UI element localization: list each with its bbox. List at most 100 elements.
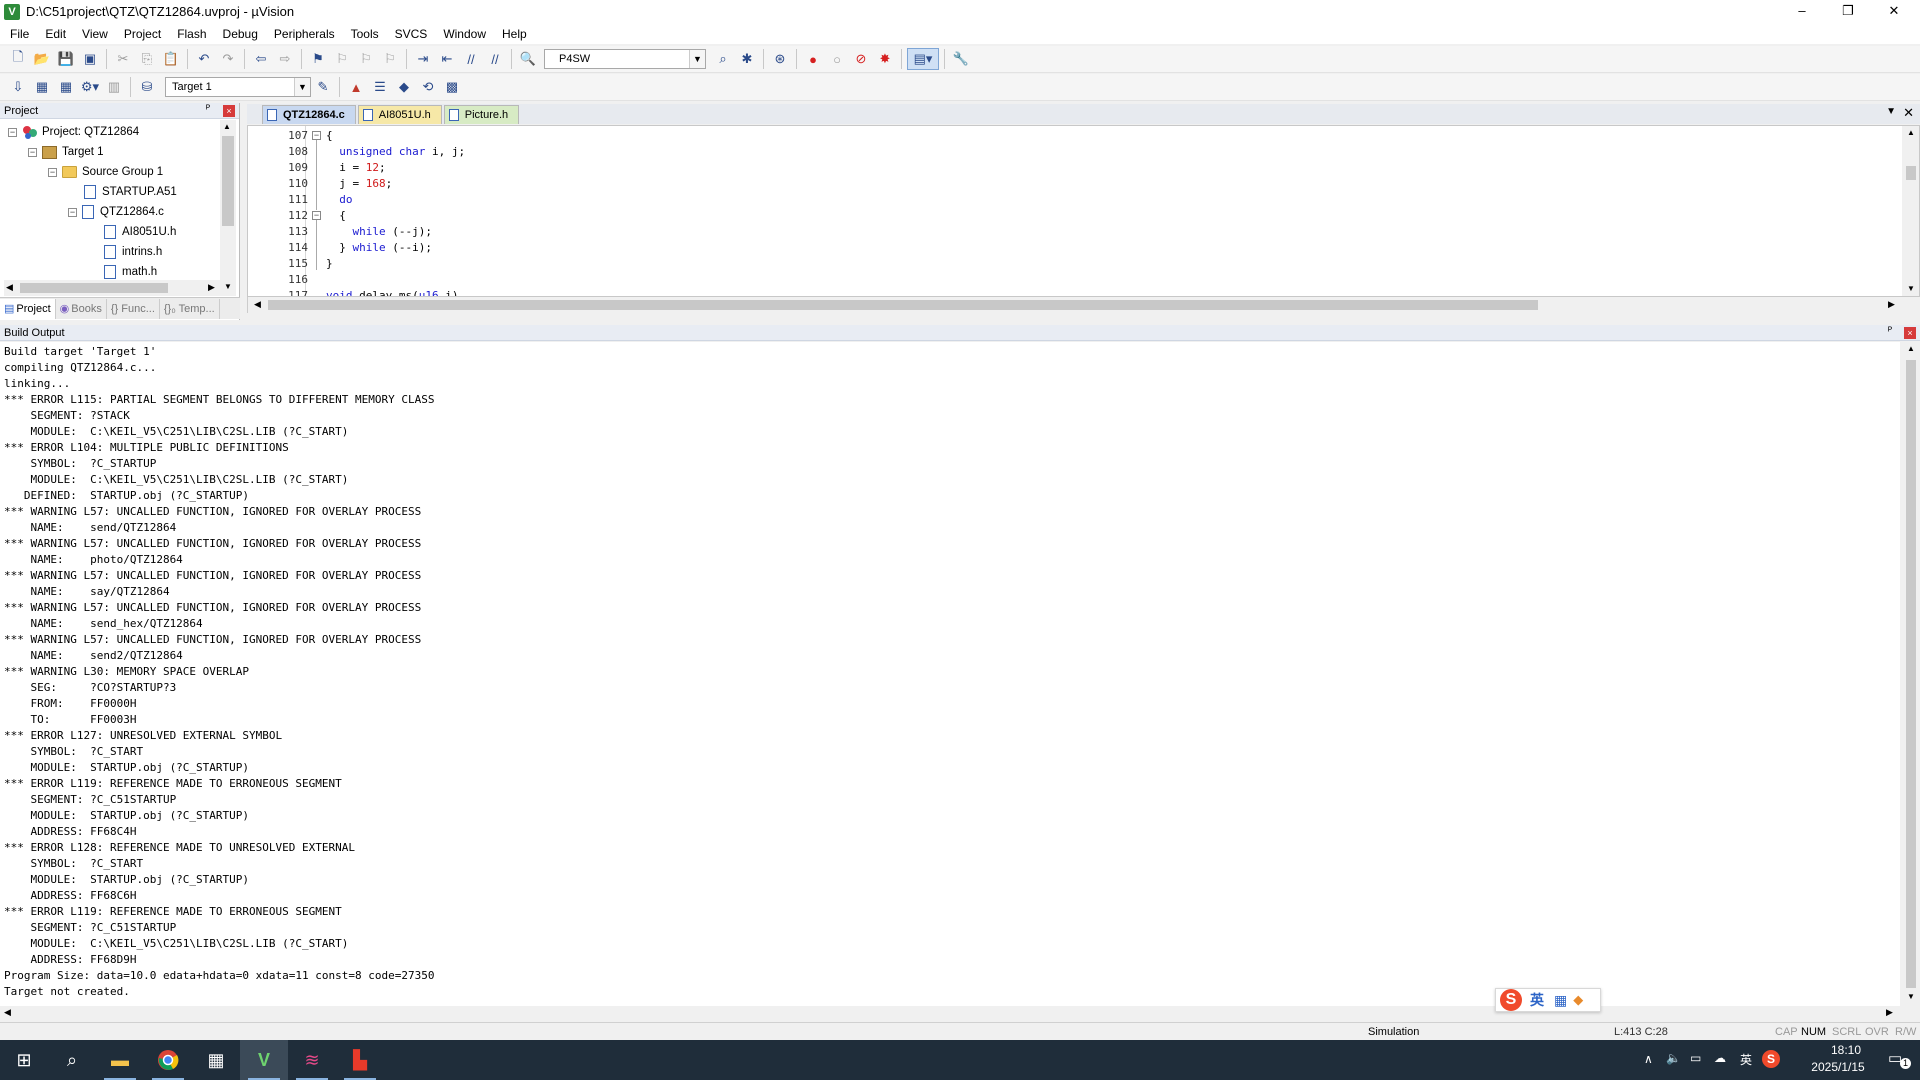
code-editor[interactable]: 107 108 109 110 111 112 113 114 115 116 … — [247, 125, 1920, 297]
chrome-icon[interactable] — [144, 1040, 192, 1080]
close-pane-button[interactable]: × — [223, 105, 235, 117]
minimize-button[interactable]: – — [1779, 0, 1825, 23]
tree-item-file[interactable]: AI8051U.h — [104, 222, 176, 242]
scroll-left-icon[interactable]: ◀ — [6, 282, 13, 293]
scroll-thumb[interactable] — [222, 136, 234, 226]
tab-ai8051u-h[interactable]: AI8051U.h — [357, 105, 442, 124]
collapse-icon[interactable]: − — [8, 127, 17, 137]
comment-icon[interactable]: // — [460, 48, 482, 70]
breakpoint-kill-all-icon[interactable]: ✸ — [874, 48, 896, 70]
menu-debug[interactable]: Debug — [215, 27, 266, 41]
scroll-up-icon[interactable]: ▲ — [223, 122, 231, 131]
bookmark-clear-icon[interactable]: ⚐ — [379, 48, 401, 70]
scroll-up-icon[interactable]: ▲ — [1907, 344, 1915, 353]
scroll-thumb[interactable] — [268, 300, 1538, 310]
restore-button[interactable]: ❐ — [1825, 0, 1871, 23]
editor-hscrollbar[interactable]: ◀ ▶ — [247, 297, 1920, 313]
tree-item-file[interactable]: − QTZ12864.c — [68, 202, 164, 222]
save-icon[interactable]: 💾 — [55, 48, 77, 70]
target-select[interactable]: Target 1 ▼ — [165, 77, 311, 97]
navigate-forward-icon[interactable]: ⇨ — [274, 48, 296, 70]
breakpoint-disable-icon[interactable]: ○ — [826, 48, 848, 70]
sogou-logo-icon[interactable]: S — [1500, 989, 1522, 1011]
window-layout-icon[interactable]: ▤▾ — [907, 48, 939, 70]
clock-time[interactable]: 18:10 — [1816, 1043, 1876, 1057]
collapse-icon[interactable]: − — [68, 207, 77, 217]
menu-tools[interactable]: Tools — [343, 27, 387, 41]
collapse-icon[interactable]: − — [48, 167, 57, 177]
scroll-left-icon[interactable]: ◀ — [4, 1007, 11, 1018]
tree-item-project[interactable]: − Project: QTZ12864 — [8, 122, 139, 142]
scroll-right-icon[interactable]: ▶ — [1888, 299, 1895, 310]
scroll-up-icon[interactable]: ▲ — [1907, 128, 1915, 137]
file-explorer-icon[interactable]: ▬ — [96, 1040, 144, 1080]
batch-build-icon[interactable]: ⚙▾ — [79, 76, 101, 98]
close-window-button[interactable]: ✕ — [1871, 0, 1917, 23]
target-options-icon[interactable]: ✎ — [312, 76, 334, 98]
pack-installer-icon[interactable]: ⟲ — [417, 76, 439, 98]
close-editor-icon[interactable]: ✕ — [1903, 105, 1914, 121]
cloud-icon[interactable]: ☁ — [1714, 1051, 1726, 1065]
bookmark-prev-icon[interactable]: ⚐ — [331, 48, 353, 70]
incremental-find-icon[interactable]: ⌕ — [712, 48, 734, 70]
ime-toolbar[interactable]: S 英 ▦ ◆ — [1495, 988, 1601, 1012]
tab-books[interactable]: ◉ Books — [56, 298, 107, 319]
sogou-tray-icon[interactable]: S — [1762, 1050, 1780, 1068]
tab-list-dropdown-icon[interactable]: ▼ — [1886, 106, 1896, 117]
find-combo[interactable]: P4SW ▼ — [544, 49, 706, 69]
input-language[interactable]: 英 — [1740, 1051, 1752, 1068]
select-packs-icon[interactable]: ◆ — [393, 76, 415, 98]
menu-edit[interactable]: Edit — [37, 27, 74, 41]
manage-run-time-icon[interactable]: ▩ — [441, 76, 463, 98]
scroll-thumb[interactable] — [20, 283, 168, 293]
menu-help[interactable]: Help — [494, 27, 535, 41]
rebuild-icon[interactable]: ▦ — [55, 76, 77, 98]
find-in-files-icon[interactable]: 🔍 — [517, 48, 539, 70]
download-icon[interactable]: ⛁ — [136, 76, 158, 98]
scroll-right-icon[interactable]: ▶ — [208, 282, 215, 293]
paste-icon[interactable]: 📋 — [160, 48, 182, 70]
breakpoint-icon[interactable]: ● — [802, 48, 824, 70]
debug-session-icon[interactable]: ⊛ — [769, 48, 791, 70]
configure-icon[interactable]: ✱ — [736, 48, 758, 70]
chevron-down-icon[interactable]: ▼ — [689, 50, 705, 68]
menu-window[interactable]: Window — [435, 27, 494, 41]
calculator-icon[interactable]: ▦ — [192, 1040, 240, 1080]
undo-icon[interactable]: ↶ — [193, 48, 215, 70]
stc-isp-icon[interactable]: ≋ — [288, 1040, 336, 1080]
tab-qtz12864-c[interactable]: QTZ12864.c — [262, 105, 356, 124]
menu-project[interactable]: Project — [116, 27, 169, 41]
scroll-down-icon[interactable]: ▼ — [224, 282, 232, 291]
build-output-text[interactable]: Build target 'Target 1' compiling QTZ128… — [0, 342, 1900, 1006]
menu-svcs[interactable]: SVCS — [387, 27, 436, 41]
stop-build-icon[interactable]: ▥ — [103, 76, 125, 98]
menu-peripherals[interactable]: Peripherals — [266, 27, 343, 41]
clock-date[interactable]: 2025/1/15 — [1800, 1060, 1876, 1074]
tree-item-file[interactable]: math.h — [104, 262, 157, 282]
volume-icon[interactable]: 🔈 — [1666, 1051, 1681, 1065]
chevron-down-icon[interactable]: ▼ — [294, 78, 310, 96]
open-file-icon[interactable]: 📂 — [31, 48, 53, 70]
cut-icon[interactable]: ✂ — [112, 48, 134, 70]
bookmark-next-icon[interactable]: ⚐ — [355, 48, 377, 70]
scroll-thumb[interactable] — [1906, 360, 1916, 988]
scroll-down-icon[interactable]: ▼ — [1907, 992, 1915, 1001]
save-all-icon[interactable]: ▣ — [79, 48, 101, 70]
menu-view[interactable]: View — [74, 27, 116, 41]
pin-icon[interactable]: ᴾ — [206, 104, 210, 115]
redo-icon[interactable]: ↷ — [217, 48, 239, 70]
ime-skin-icon[interactable]: ◆ — [1573, 992, 1583, 1008]
ime-language[interactable]: 英 — [1530, 990, 1544, 1010]
configuration-wrench-icon[interactable]: 🔧 — [950, 48, 972, 70]
tab-templates[interactable]: {}₀ Temp... — [160, 298, 220, 319]
tray-expand-icon[interactable]: ∧ — [1644, 1052, 1653, 1066]
tree-item-file[interactable]: STARTUP.A51 — [84, 182, 177, 202]
tree-item-source-group[interactable]: − Source Group 1 — [48, 162, 163, 182]
pin-icon[interactable]: ᴾ — [1888, 326, 1892, 337]
scroll-thumb[interactable] — [1906, 166, 1916, 180]
scroll-right-icon[interactable]: ▶ — [1886, 1007, 1893, 1018]
tab-project[interactable]: ▤ Project — [0, 298, 56, 319]
menu-flash[interactable]: Flash — [169, 27, 214, 41]
project-vscrollbar[interactable]: ▲ — [220, 120, 236, 280]
project-hscrollbar[interactable]: ◀ ▶ ▼ — [4, 280, 236, 296]
